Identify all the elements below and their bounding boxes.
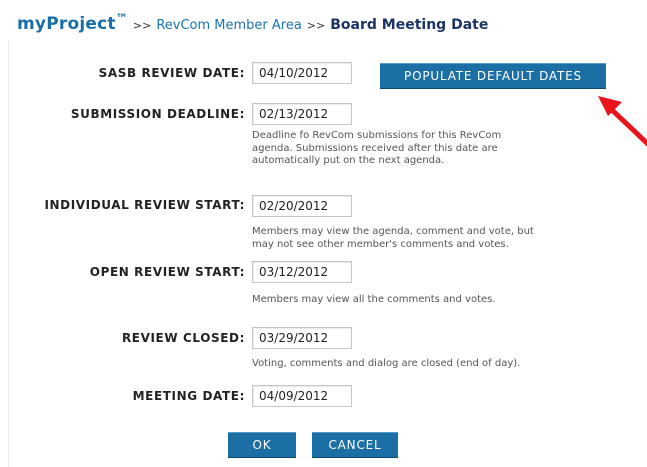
submission-deadline-input[interactable] — [252, 103, 352, 125]
sasb-review-date-label: SASB REVIEW DATE: — [98, 66, 245, 80]
populate-default-dates-button[interactable]: POPULATE DEFAULT DATES — [380, 63, 606, 88]
sasb-review-date-input[interactable] — [252, 62, 352, 84]
cancel-button[interactable]: CANCEL — [312, 432, 398, 457]
help-line: may not see other member's comments and … — [252, 238, 509, 250]
help-line: Members may view the agenda, comment and… — [252, 226, 534, 237]
help-line: automatically put on the next agenda. — [252, 155, 445, 166]
help-line: Members may view all the comments and vo… — [252, 294, 496, 305]
meeting-date-label: MEETING DATE: — [132, 389, 245, 403]
help-line: Deadline fo RevCom submissions for this … — [252, 130, 502, 141]
breadcrumb-link-revcom-member-area[interactable]: RevCom Member Area — [156, 18, 302, 33]
review-closed-input[interactable] — [252, 327, 352, 349]
logo-trademark: ™ — [115, 11, 128, 26]
breadcrumb-separator: >> — [306, 19, 326, 32]
open-review-start-input[interactable] — [252, 261, 352, 283]
submission-deadline-help: Deadline fo RevCom submissions for this … — [252, 130, 622, 168]
breadcrumb-separator: >> — [132, 19, 152, 32]
open-review-start-label: OPEN REVIEW START: — [89, 265, 245, 279]
review-closed-help: Voting, comments and dialog are closed (… — [252, 358, 622, 371]
help-line: Voting, comments and dialog are closed (… — [252, 358, 521, 369]
logo[interactable]: myProject™ — [17, 11, 128, 34]
ok-button[interactable]: OK — [228, 432, 296, 457]
submission-deadline-label: SUBMISSION DEADLINE: — [70, 107, 245, 121]
open-review-start-help: Members may view all the comments and vo… — [252, 294, 622, 307]
breadcrumb: myProject™ >> RevCom Member Area >> Boar… — [17, 11, 489, 36]
individual-review-start-input[interactable] — [252, 195, 352, 217]
meeting-date-input[interactable] — [252, 385, 352, 407]
help-line: agenda. Submissions received after this … — [252, 142, 498, 154]
page-title: Board Meeting Date — [330, 17, 489, 33]
red-arrow-icon — [598, 96, 647, 147]
review-closed-label: REVIEW CLOSED: — [121, 331, 245, 345]
individual-review-start-help: Members may view the agenda, comment and… — [252, 226, 622, 251]
logo-text: myProject — [17, 14, 116, 34]
arrow-shaft — [607, 105, 647, 147]
content-left-border — [8, 40, 9, 467]
individual-review-start-label: INDIVIDUAL REVIEW START: — [44, 198, 245, 212]
